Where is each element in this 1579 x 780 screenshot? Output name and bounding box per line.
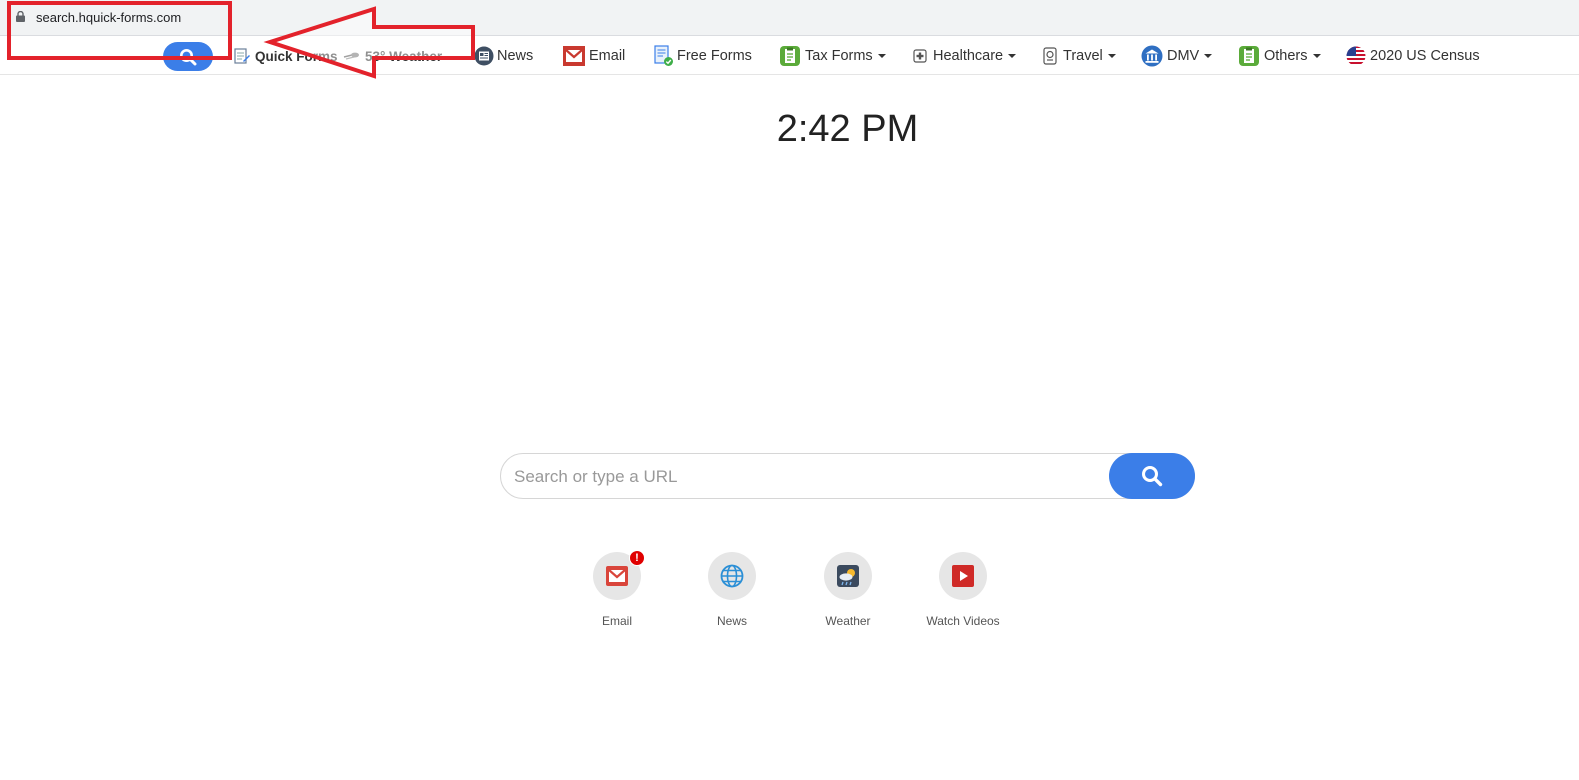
nav-others-label: Others	[1264, 48, 1308, 64]
tile-email-circle: !	[593, 550, 645, 600]
document-pencil-icon	[232, 46, 252, 66]
tile-weather[interactable]: Weather	[798, 552, 898, 628]
nav-travel-label: Travel	[1063, 48, 1103, 64]
nav-email-label: Email	[589, 48, 626, 64]
nav-dmv[interactable]: DMV	[1140, 45, 1213, 67]
search-button[interactable]	[1109, 453, 1195, 499]
nav-email[interactable]: Email	[562, 45, 625, 67]
nav-news[interactable]: News	[474, 45, 533, 67]
nav-weather[interactable]: 53° Weather	[342, 45, 442, 67]
medical-kit-icon	[910, 46, 930, 66]
chevron-down-icon	[1008, 54, 1017, 58]
tile-watch-videos[interactable]: Watch Videos	[913, 552, 1013, 628]
tile-email[interactable]: ! Email	[567, 550, 667, 628]
tile-email-label: Email	[601, 614, 632, 628]
weather-icon	[837, 565, 859, 587]
address-bar[interactable]: search.hquick-forms.com	[0, 0, 1579, 36]
nav-quick-forms[interactable]: Quick Forms	[232, 45, 338, 67]
chevron-down-icon	[1312, 54, 1321, 58]
passport-icon	[1040, 46, 1060, 66]
nav-quick-forms-label: Quick Forms	[255, 48, 338, 64]
globe-icon	[720, 564, 744, 588]
nav-healthcare[interactable]: Healthcare	[910, 45, 1017, 67]
checked-document-icon	[654, 45, 674, 66]
notification-badge: !	[629, 550, 645, 566]
nav-news-label: News	[497, 48, 534, 64]
search-box	[500, 453, 1195, 499]
tile-weather-label: Weather	[825, 614, 871, 628]
search-input[interactable]	[514, 464, 1104, 490]
tile-news-circle	[708, 552, 756, 600]
nav-tax-forms[interactable]: Tax Forms	[778, 45, 886, 67]
nav-free-forms[interactable]: Free Forms	[654, 45, 752, 67]
search-icon	[1142, 466, 1163, 487]
cloud-wind-icon	[342, 46, 362, 66]
url-text[interactable]: search.hquick-forms.com	[36, 10, 181, 25]
nav-census-label: 2020 US Census	[1370, 48, 1480, 64]
government-building-icon	[1140, 45, 1164, 67]
tile-news-label: News	[716, 614, 747, 628]
email-icon	[606, 566, 628, 586]
nav-dmv-label: DMV	[1167, 48, 1200, 64]
tile-weather-circle	[824, 552, 872, 600]
tile-watch-videos-label: Watch Videos	[926, 614, 1000, 628]
nav-census[interactable]: 2020 US Census	[1345, 45, 1480, 67]
tile-watch-videos-circle	[939, 552, 987, 600]
chevron-down-icon	[1107, 54, 1116, 58]
nav-tax-forms-label: Tax Forms	[805, 48, 873, 64]
email-icon	[562, 46, 586, 66]
nav-free-forms-label: Free Forms	[677, 48, 752, 64]
nav-others[interactable]: Others	[1237, 45, 1321, 67]
chevron-down-icon	[877, 54, 886, 58]
newspaper-icon	[474, 46, 494, 66]
nav-healthcare-label: Healthcare	[933, 48, 1004, 64]
clock: 2:42 PM	[776, 108, 919, 150]
us-flag-icon	[1345, 46, 1367, 66]
nav-travel[interactable]: Travel	[1040, 45, 1116, 67]
nav-weather-label: 53° Weather	[365, 48, 443, 64]
clipboard-icon	[778, 46, 802, 66]
search-icon	[180, 48, 197, 65]
clipboard-icon	[1237, 46, 1261, 66]
tile-news[interactable]: News	[682, 552, 782, 628]
toolbar: Quick Forms 53° Weather News Email Free …	[0, 37, 1579, 75]
toolbar-search-button[interactable]	[163, 42, 213, 71]
chevron-down-icon	[1204, 54, 1213, 58]
play-icon	[952, 565, 974, 587]
lock-icon	[16, 11, 25, 22]
